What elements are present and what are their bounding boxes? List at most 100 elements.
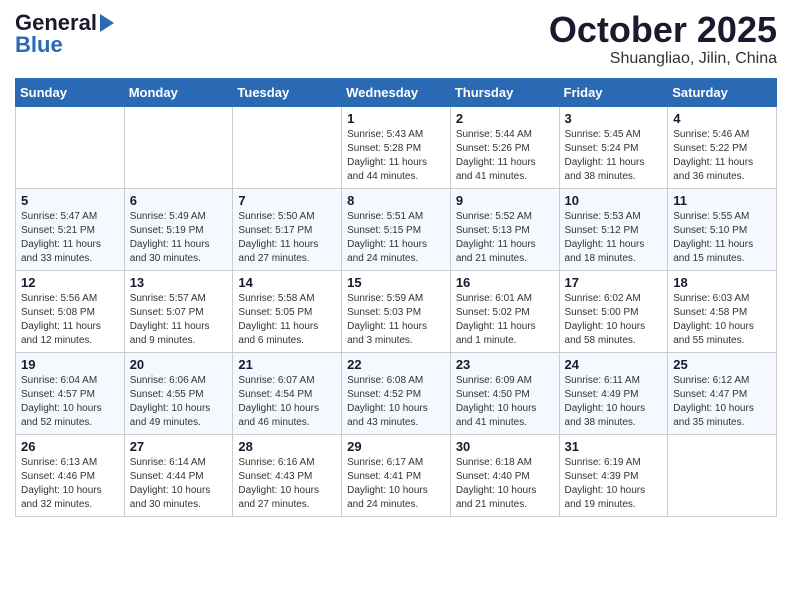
calendar-cell: 9Sunrise: 5:52 AM Sunset: 5:13 PM Daylig…: [450, 188, 559, 270]
day-number: 31: [565, 439, 663, 454]
logo-blue: Blue: [15, 32, 63, 58]
day-info: Sunrise: 6:16 AM Sunset: 4:43 PM Dayligh…: [238, 456, 336, 512]
calendar-cell: 26 Sunrise: 6:13 AM Sunset: 4:46 PM Dayli…: [16, 434, 125, 516]
calendar-cell: 1 Sunrise: 5:43 AM Sunset: 5:28 PM Daylig…: [342, 106, 451, 188]
day-info: Sunrise: 5:47 AM Sunset: 5:21 PM Dayligh…: [21, 210, 119, 266]
weekday-wednesday: Wednesday: [342, 78, 451, 106]
day-info: Sunrise: 6:04 AM Sunset: 4:57 PM Dayligh…: [21, 374, 119, 430]
calendar-cell: 18Sunrise: 6:03 AM Sunset: 4:58 PM Dayli…: [668, 270, 777, 352]
week-row-4: 19 Sunrise: 6:04 AM Sunset: 4:57 PM Dayli…: [16, 352, 777, 434]
day-number: 20: [130, 357, 228, 372]
calendar-container: General Blue October 2025 Shuangliao, Ji…: [0, 0, 792, 527]
calendar-cell: 21Sunrise: 6:07 AM Sunset: 4:54 PM Dayli…: [233, 352, 342, 434]
calendar-cell: 2 Sunrise: 5:44 AM Sunset: 5:26 PM Daylig…: [450, 106, 559, 188]
calendar-cell: 7 Sunrise: 5:50 AM Sunset: 5:17 PM Daylig…: [233, 188, 342, 270]
calendar-cell: [233, 106, 342, 188]
month-title: October 2025: [549, 10, 777, 50]
weekday-tuesday: Tuesday: [233, 78, 342, 106]
calendar-cell: 8Sunrise: 5:51 AM Sunset: 5:15 PM Daylig…: [342, 188, 451, 270]
week-row-1: 1 Sunrise: 5:43 AM Sunset: 5:28 PM Daylig…: [16, 106, 777, 188]
day-info: Sunrise: 6:18 AM Sunset: 4:40 PM Dayligh…: [456, 456, 554, 512]
day-info: Sunrise: 6:08 AM Sunset: 4:52 PM Dayligh…: [347, 374, 445, 430]
day-info: Sunrise: 5:49 AM Sunset: 5:19 PM Dayligh…: [130, 210, 228, 266]
weekday-sunday: Sunday: [16, 78, 125, 106]
calendar-cell: 6 Sunrise: 5:49 AM Sunset: 5:19 PM Daylig…: [124, 188, 233, 270]
day-info: Sunrise: 6:12 AM Sunset: 4:47 PM Dayligh…: [673, 374, 771, 430]
calendar-cell: 12Sunrise: 5:56 AM Sunset: 5:08 PM Dayli…: [16, 270, 125, 352]
calendar-cell: 14 Sunrise: 5:58 AM Sunset: 5:05 PM Dayli…: [233, 270, 342, 352]
day-number: 8: [347, 193, 445, 208]
calendar-cell: 11 Sunrise: 5:55 AM Sunset: 5:10 PM Dayli…: [668, 188, 777, 270]
day-number: 18: [673, 275, 771, 290]
day-info: Sunrise: 5:45 AM Sunset: 5:24 PM Dayligh…: [565, 128, 663, 184]
calendar-cell: 13Sunrise: 5:57 AM Sunset: 5:07 PM Dayli…: [124, 270, 233, 352]
day-number: 22: [347, 357, 445, 372]
calendar-cell: 27 Sunrise: 6:14 AM Sunset: 4:44 PM Dayli…: [124, 434, 233, 516]
day-number: 14: [238, 275, 336, 290]
day-info: Sunrise: 6:19 AM Sunset: 4:39 PM Dayligh…: [565, 456, 663, 512]
day-number: 6: [130, 193, 228, 208]
week-row-5: 26 Sunrise: 6:13 AM Sunset: 4:46 PM Dayli…: [16, 434, 777, 516]
logo: General Blue: [15, 10, 114, 58]
day-number: 7: [238, 193, 336, 208]
day-info: Sunrise: 6:02 AM Sunset: 5:00 PM Dayligh…: [565, 292, 663, 348]
weekday-header-row: SundayMondayTuesdayWednesdayThursdayFrid…: [16, 78, 777, 106]
day-number: 12: [21, 275, 119, 290]
day-number: 28: [238, 439, 336, 454]
day-info: Sunrise: 5:57 AM Sunset: 5:07 PM Dayligh…: [130, 292, 228, 348]
calendar-cell: 20Sunrise: 6:06 AM Sunset: 4:55 PM Dayli…: [124, 352, 233, 434]
day-info: Sunrise: 6:14 AM Sunset: 4:44 PM Dayligh…: [130, 456, 228, 512]
day-info: Sunrise: 5:59 AM Sunset: 5:03 PM Dayligh…: [347, 292, 445, 348]
title-area: October 2025 Shuangliao, Jilin, China: [549, 10, 777, 68]
weekday-monday: Monday: [124, 78, 233, 106]
day-number: 16: [456, 275, 554, 290]
day-number: 23: [456, 357, 554, 372]
weekday-friday: Friday: [559, 78, 668, 106]
calendar-cell: [668, 434, 777, 516]
day-number: 1: [347, 111, 445, 126]
day-number: 27: [130, 439, 228, 454]
calendar-cell: 4Sunrise: 5:46 AM Sunset: 5:22 PM Daylig…: [668, 106, 777, 188]
day-info: Sunrise: 6:09 AM Sunset: 4:50 PM Dayligh…: [456, 374, 554, 430]
day-info: Sunrise: 5:58 AM Sunset: 5:05 PM Dayligh…: [238, 292, 336, 348]
calendar-cell: 28 Sunrise: 6:16 AM Sunset: 4:43 PM Dayli…: [233, 434, 342, 516]
day-number: 2: [456, 111, 554, 126]
day-number: 26: [21, 439, 119, 454]
day-info: Sunrise: 6:01 AM Sunset: 5:02 PM Dayligh…: [456, 292, 554, 348]
day-info: Sunrise: 6:13 AM Sunset: 4:46 PM Dayligh…: [21, 456, 119, 512]
calendar-cell: 30 Sunrise: 6:18 AM Sunset: 4:40 PM Dayli…: [450, 434, 559, 516]
day-number: 17: [565, 275, 663, 290]
day-number: 29: [347, 439, 445, 454]
day-number: 15: [347, 275, 445, 290]
day-info: Sunrise: 5:55 AM Sunset: 5:10 PM Dayligh…: [673, 210, 771, 266]
calendar-cell: 3 Sunrise: 5:45 AM Sunset: 5:24 PM Daylig…: [559, 106, 668, 188]
calendar-cell: 5Sunrise: 5:47 AM Sunset: 5:21 PM Daylig…: [16, 188, 125, 270]
day-number: 3: [565, 111, 663, 126]
calendar-table: SundayMondayTuesdayWednesdayThursdayFrid…: [15, 78, 777, 517]
day-info: Sunrise: 5:44 AM Sunset: 5:26 PM Dayligh…: [456, 128, 554, 184]
day-info: Sunrise: 5:50 AM Sunset: 5:17 PM Dayligh…: [238, 210, 336, 266]
logo-arrow-icon: [100, 14, 114, 32]
weekday-saturday: Saturday: [668, 78, 777, 106]
day-number: 21: [238, 357, 336, 372]
calendar-cell: 22 Sunrise: 6:08 AM Sunset: 4:52 PM Dayli…: [342, 352, 451, 434]
location: Shuangliao, Jilin, China: [549, 50, 777, 68]
calendar-cell: 31 Sunrise: 6:19 AM Sunset: 4:39 PM Dayli…: [559, 434, 668, 516]
calendar-cell: 23 Sunrise: 6:09 AM Sunset: 4:50 PM Dayli…: [450, 352, 559, 434]
day-number: 30: [456, 439, 554, 454]
calendar-body: 1 Sunrise: 5:43 AM Sunset: 5:28 PM Daylig…: [16, 106, 777, 516]
day-info: Sunrise: 5:43 AM Sunset: 5:28 PM Dayligh…: [347, 128, 445, 184]
day-info: Sunrise: 5:52 AM Sunset: 5:13 PM Dayligh…: [456, 210, 554, 266]
day-number: 19: [21, 357, 119, 372]
calendar-cell: [16, 106, 125, 188]
calendar-cell: 25Sunrise: 6:12 AM Sunset: 4:47 PM Dayli…: [668, 352, 777, 434]
calendar-cell: 19 Sunrise: 6:04 AM Sunset: 4:57 PM Dayli…: [16, 352, 125, 434]
day-info: Sunrise: 5:46 AM Sunset: 5:22 PM Dayligh…: [673, 128, 771, 184]
day-number: 11: [673, 193, 771, 208]
week-row-3: 12Sunrise: 5:56 AM Sunset: 5:08 PM Dayli…: [16, 270, 777, 352]
calendar-header: General Blue October 2025 Shuangliao, Ji…: [15, 10, 777, 68]
calendar-cell: [124, 106, 233, 188]
day-info: Sunrise: 5:53 AM Sunset: 5:12 PM Dayligh…: [565, 210, 663, 266]
calendar-cell: 10Sunrise: 5:53 AM Sunset: 5:12 PM Dayli…: [559, 188, 668, 270]
calendar-cell: 16 Sunrise: 6:01 AM Sunset: 5:02 PM Dayli…: [450, 270, 559, 352]
